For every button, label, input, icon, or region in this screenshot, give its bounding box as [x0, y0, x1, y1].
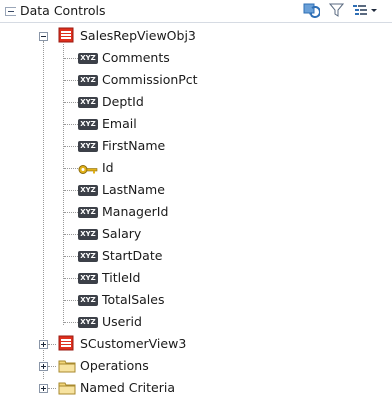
tree-guide-line	[64, 278, 78, 279]
tree-node-label: SalesRepViewObj3	[80, 28, 196, 43]
tree-node-root[interactable]: SalesRepViewObj3	[0, 25, 392, 47]
folder-icon	[58, 381, 76, 395]
key-attribute-icon	[78, 163, 98, 178]
attribute-icon: XYZ	[78, 317, 98, 328]
tree-node-label: StartDate	[102, 248, 163, 263]
tree-node-label: CommissionPct	[102, 72, 198, 87]
view-object-icon	[58, 335, 74, 351]
tree-node-attribute[interactable]: XYZ DeptId	[0, 91, 392, 113]
tree-guide-line	[64, 168, 78, 169]
attribute-icon: XYZ	[78, 229, 98, 240]
attribute-icon: XYZ	[78, 273, 98, 284]
panel-toolbar	[302, 2, 378, 19]
tree-node-attribute[interactable]: XYZ TitleId	[0, 267, 392, 289]
tree-guide-line	[64, 124, 78, 125]
view-object-icon	[58, 27, 74, 43]
tree-node-attribute[interactable]: XYZ ManagerId	[0, 201, 392, 223]
tree-node-label: SCustomerView3	[80, 336, 187, 351]
tree-node-attribute[interactable]: XYZ CommissionPct	[0, 69, 392, 91]
tree-node-label: Email	[102, 116, 137, 131]
tree-node-attribute[interactable]: XYZ Salary	[0, 223, 392, 245]
tree-guide-line	[64, 256, 78, 257]
tree-node-scustomerview3[interactable]: SCustomerView3	[0, 333, 392, 355]
refresh-icon[interactable]	[302, 2, 320, 19]
tree-guide-line	[48, 388, 56, 389]
attribute-icon: XYZ	[78, 207, 98, 218]
tree-guide-line	[48, 366, 56, 367]
view-options-icon[interactable]	[352, 2, 378, 19]
attribute-icon: XYZ	[78, 75, 98, 86]
expand-node-toggle[interactable]	[39, 362, 48, 371]
tree-node-attribute[interactable]: XYZ StartDate	[0, 245, 392, 267]
tree-guide-line	[64, 322, 78, 323]
tree-guide-line	[48, 344, 56, 345]
tree-node-label: TotalSales	[102, 292, 165, 307]
attribute-icon: XYZ	[78, 295, 98, 306]
attribute-icon: XYZ	[78, 141, 98, 152]
tree-guide-line	[64, 102, 78, 103]
tree-node-label: FirstName	[102, 138, 166, 153]
panel-title: Data Controls	[20, 3, 106, 18]
panel-header: Data Controls	[0, 0, 392, 23]
tree-node-attribute[interactable]: XYZ LastName	[0, 179, 392, 201]
tree-node-label: Comments	[102, 50, 170, 65]
tree-guide-line	[64, 146, 78, 147]
tree-node-attribute[interactable]: XYZ FirstName	[0, 135, 392, 157]
tree-guide-line	[64, 80, 78, 81]
attribute-icon: XYZ	[78, 53, 98, 64]
tree-node-label: TitleId	[102, 270, 141, 285]
tree-node-attribute[interactable]: XYZ TotalSales	[0, 289, 392, 311]
tree-node-attribute[interactable]: XYZ Userid	[0, 311, 392, 333]
collapse-panel-toggle[interactable]	[5, 7, 16, 16]
tree-node-operations[interactable]: Operations	[0, 355, 392, 377]
folder-icon	[58, 359, 76, 373]
expand-node-toggle[interactable]	[39, 340, 48, 349]
attribute-icon: XYZ	[78, 251, 98, 262]
tree-node-label: DeptId	[102, 94, 144, 109]
attribute-icon: XYZ	[78, 119, 98, 130]
tree-guide-line	[64, 190, 78, 191]
tree-node-label: Userid	[102, 314, 142, 329]
tree-node-label: Named Criteria	[80, 380, 175, 395]
tree-guide-line	[64, 212, 78, 213]
tree-node-label: ManagerId	[102, 204, 169, 219]
tree-node-attribute[interactable]: XYZ Comments	[0, 47, 392, 69]
collapse-node-toggle[interactable]	[39, 32, 48, 41]
tree-node-label: LastName	[102, 182, 165, 197]
tree-node-attribute[interactable]: Id	[0, 157, 392, 179]
tree-node-label: Operations	[80, 358, 149, 373]
tree-guide-line	[64, 234, 78, 235]
expand-node-toggle[interactable]	[39, 384, 48, 393]
tree-guide-line	[64, 300, 78, 301]
tree-node-label: Id	[102, 160, 114, 175]
attribute-icon: XYZ	[78, 97, 98, 108]
filter-icon[interactable]	[327, 2, 345, 19]
attribute-icon: XYZ	[78, 185, 98, 196]
tree-node-attribute[interactable]: XYZ Email	[0, 113, 392, 135]
tree-guide-line	[64, 58, 78, 59]
tree-node-named-criteria[interactable]: Named Criteria	[0, 377, 392, 399]
tree-node-label: Salary	[102, 226, 142, 241]
